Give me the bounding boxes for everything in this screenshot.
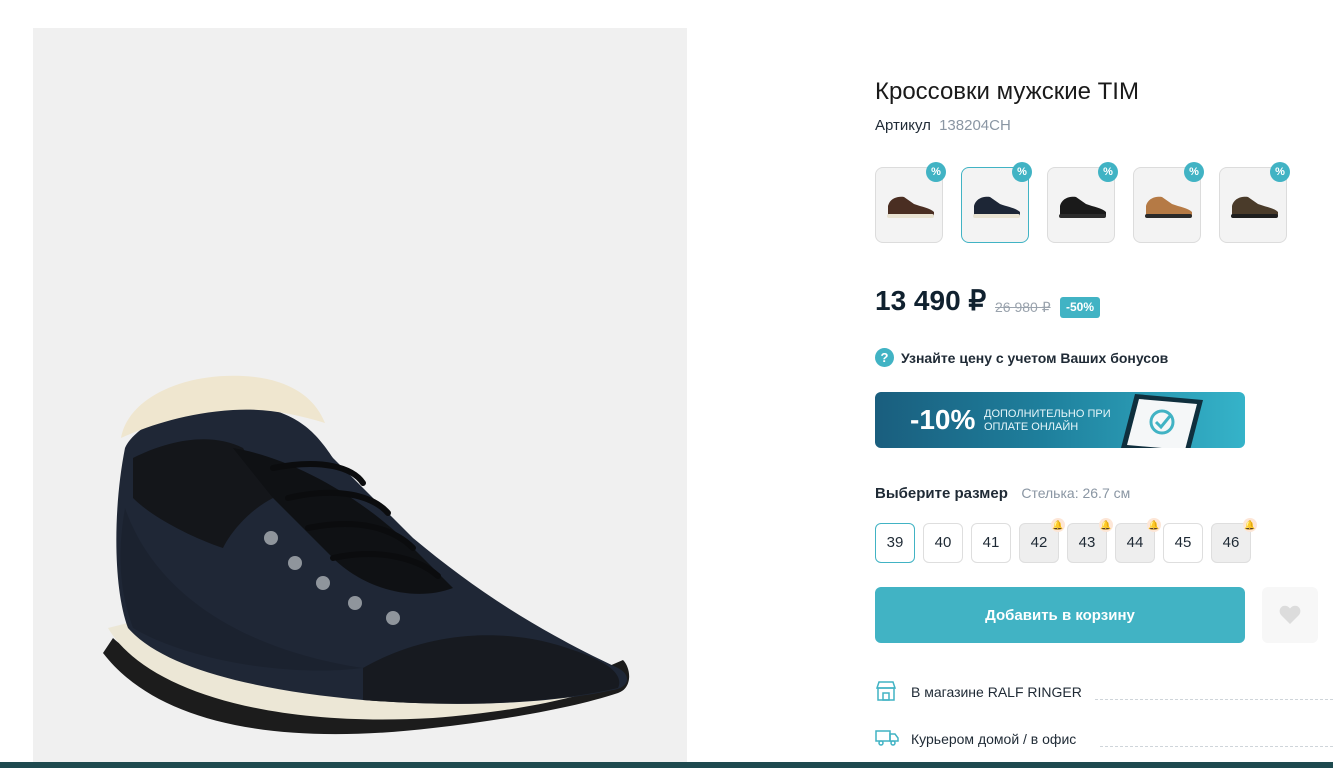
- shoe-thumbnail-icon: [1059, 196, 1106, 218]
- store-text: В магазине RALF RINGER: [911, 684, 1082, 700]
- discount-icon: %: [926, 162, 946, 182]
- variant-navy[interactable]: %: [961, 162, 1032, 243]
- shoe-thumbnail-icon: [973, 196, 1020, 218]
- promo-percent: -10%: [910, 404, 976, 435]
- insole-length: Стелька: 26.7 см: [1021, 485, 1131, 501]
- variant-brown[interactable]: %: [875, 162, 946, 243]
- current-price: 13 490 ₽: [875, 285, 987, 316]
- size-option[interactable]: 44 🔔: [1115, 518, 1161, 563]
- promo-text: ДОПОЛНИТЕЛЬНО ПРИ ОПЛАТЕ ОНЛАЙН: [984, 408, 1134, 434]
- size-option[interactable]: 42 🔔: [1019, 518, 1065, 563]
- discount-icon: %: [1098, 162, 1118, 182]
- delivery-store[interactable]: В магазине RALF RINGER: [875, 680, 1333, 704]
- color-variants: % % % % %: [875, 162, 1295, 245]
- bonus-link[interactable]: ? Узнайте цену с учетом Ваших бонусов: [875, 348, 1295, 368]
- store-icon: [875, 681, 897, 701]
- discount-icon: %: [1184, 162, 1204, 182]
- online-payment-banner[interactable]: -10% ДОПОЛНИТЕЛЬНО ПРИ ОПЛАТЕ ОНЛАЙН: [875, 392, 1245, 448]
- sku-row: Артикул 138204CH: [875, 117, 1011, 134]
- size-header: Выберите размер Стелька: 26.7 см: [875, 485, 1130, 503]
- product-info: Кроссовки мужские TIM Артикул 138204CH %…: [875, 0, 1333, 768]
- bottom-bar: [0, 762, 1333, 768]
- sku-value: 138204CH: [939, 117, 1011, 134]
- favorite-button[interactable]: [1262, 587, 1318, 643]
- sneaker-photo: [103, 375, 630, 735]
- truck-icon: [875, 730, 899, 746]
- sku-label: Артикул: [875, 117, 931, 134]
- price-row: 13 490 ₽ 26 980 ₽ -50%: [875, 284, 1275, 324]
- delivery-courier[interactable]: Курьером домой / в офис: [875, 727, 1333, 751]
- bell-icon[interactable]: 🔔: [1147, 518, 1161, 532]
- add-to-cart-button[interactable]: Добавить в корзину: [875, 587, 1245, 643]
- heart-icon: [1279, 605, 1301, 624]
- shoe-thumbnail-icon: [1145, 196, 1192, 218]
- shoe-thumbnail-icon: [887, 196, 934, 218]
- discount-badge: -50%: [1060, 297, 1101, 318]
- divider: [1100, 746, 1333, 747]
- size-label: 42: [1030, 534, 1048, 551]
- bell-icon[interactable]: 🔔: [1099, 518, 1113, 532]
- variant-black[interactable]: %: [1047, 162, 1118, 243]
- question-icon: ?: [875, 348, 894, 367]
- variant-olive[interactable]: %: [1219, 162, 1290, 243]
- product-image[interactable]: [33, 28, 687, 768]
- size-label: 43: [1078, 534, 1096, 551]
- shoe-thumbnail-icon: [1231, 196, 1278, 218]
- size-title: Выберите размер: [875, 485, 1008, 502]
- size-selector: 39 40 41 42 🔔 43 🔔 44 🔔 45 46 🔔: [875, 518, 1295, 565]
- courier-text: Курьером домой / в офис: [911, 731, 1077, 747]
- bell-icon[interactable]: 🔔: [1243, 518, 1257, 532]
- bell-icon[interactable]: 🔔: [1051, 518, 1065, 532]
- size-option[interactable]: 41: [971, 523, 1011, 563]
- product-title: Кроссовки мужские TIM: [875, 78, 1139, 106]
- old-price: 26 980 ₽: [995, 299, 1051, 315]
- size-option[interactable]: 43 🔔: [1067, 518, 1113, 563]
- size-option[interactable]: 40: [923, 523, 963, 563]
- size-option[interactable]: 45: [1163, 523, 1203, 563]
- bonus-text[interactable]: Узнайте цену с учетом Ваших бонусов: [901, 350, 1168, 366]
- size-option[interactable]: 46 🔔: [1211, 518, 1257, 563]
- size-label: 40: [934, 534, 952, 551]
- size-option[interactable]: 39: [875, 523, 915, 563]
- size-label: 39: [886, 534, 904, 551]
- discount-icon: %: [1012, 162, 1032, 182]
- phone-check-icon: [1121, 394, 1203, 448]
- discount-icon: %: [1270, 162, 1290, 182]
- promo-line2: ОПЛАТЕ ОНЛАЙН: [984, 421, 1079, 433]
- size-label: 41: [982, 534, 1000, 551]
- variant-tan[interactable]: %: [1133, 162, 1204, 243]
- size-label: 46: [1222, 534, 1240, 551]
- divider: [1095, 699, 1333, 700]
- promo-line1: ДОПОЛНИТЕЛЬНО ПРИ: [984, 408, 1111, 420]
- size-label: 45: [1174, 534, 1192, 551]
- size-label: 44: [1126, 534, 1144, 551]
